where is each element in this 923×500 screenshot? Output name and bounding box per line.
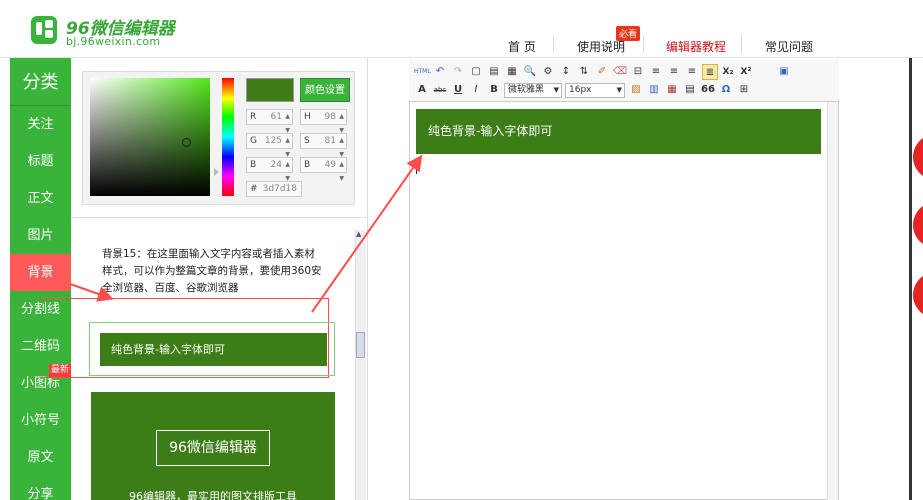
annotation-arrows <box>69 154 423 313</box>
right-edge-bar <box>909 58 912 500</box>
arrow-to-editor <box>311 154 423 313</box>
arrow-to-template <box>69 283 114 302</box>
page-root: 96微信编辑器 bj.96weixin.com 首 页 使用说明 必看 编辑器教… <box>0 0 923 500</box>
